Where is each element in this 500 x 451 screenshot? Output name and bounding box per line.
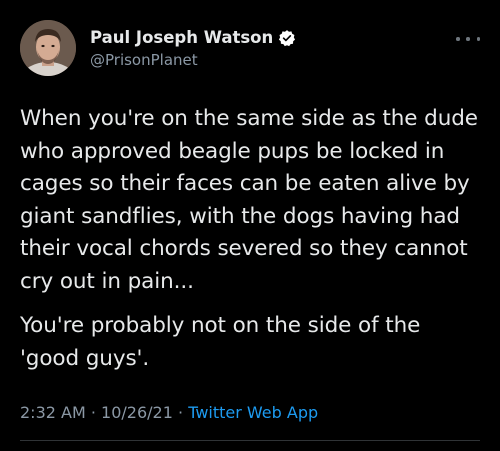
display-name[interactable]: Paul Joseph Watson — [90, 27, 273, 49]
tweet-header: Paul Joseph Watson @PrisonPlanet — [20, 18, 480, 78]
avatar[interactable] — [20, 20, 76, 76]
tweet-date[interactable]: 10/26/21 — [101, 403, 173, 422]
dot-icon — [476, 37, 480, 41]
verified-badge-icon — [278, 29, 296, 47]
name-row: Paul Joseph Watson — [90, 27, 296, 49]
tweet-paragraph-2: You're probably not on the side of the '… — [20, 313, 421, 371]
tweet-time[interactable]: 2:32 AM — [20, 403, 86, 422]
tweet-paragraph-1: When you're on the same side as the dude… — [20, 106, 478, 294]
user-handle[interactable]: @PrisonPlanet — [90, 50, 296, 70]
dot-icon — [456, 37, 460, 41]
tweet-card: Paul Joseph Watson @PrisonPlanet When yo… — [0, 0, 500, 451]
meta-separator: · — [178, 403, 184, 422]
tweet-meta: 2:32 AM · 10/26/21 · Twitter Web App — [20, 402, 318, 424]
tweet-source[interactable]: Twitter Web App — [188, 403, 318, 422]
more-options-icon[interactable] — [456, 34, 480, 44]
dot-icon — [466, 37, 470, 41]
tweet-text: When you're on the same side as the dude… — [20, 103, 480, 375]
meta-separator: · — [90, 403, 96, 422]
user-names: Paul Joseph Watson @PrisonPlanet — [90, 27, 296, 70]
divider — [20, 440, 480, 441]
